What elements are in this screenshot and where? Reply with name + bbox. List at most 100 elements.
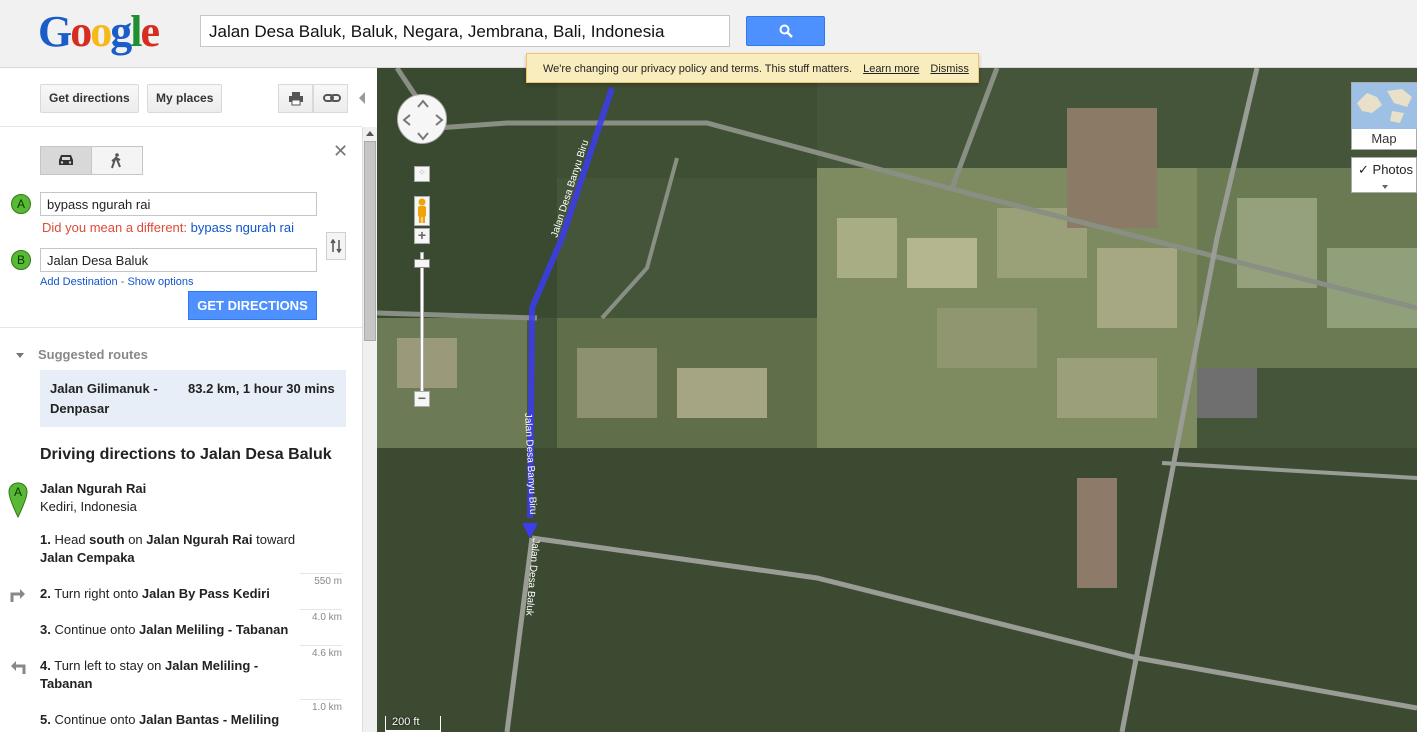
step-bold: Jalan Bantas - Meliling — [139, 712, 280, 727]
directions-title: Driving directions to Jalan Desa Baluk — [40, 446, 332, 463]
panel-toolbar: Get directions My places — [0, 68, 362, 127]
divider — [0, 327, 362, 328]
turn-right-icon — [10, 589, 25, 602]
search-icon — [779, 24, 793, 38]
step-text: Continue onto — [54, 712, 136, 727]
learn-more-link[interactable]: Learn more — [863, 63, 919, 75]
step-number: 1. — [40, 532, 51, 547]
panel-scrollbar[interactable] — [362, 127, 377, 732]
get-directions-tab[interactable]: Get directions — [40, 84, 139, 113]
pan-control[interactable] — [397, 94, 447, 144]
suggested-routes-header[interactable]: Suggested routes — [16, 347, 148, 362]
route-name: Jalan Gilimanuk - Denpasar — [50, 381, 158, 416]
step-text: toward — [256, 532, 296, 547]
logo-letter: g — [110, 7, 132, 56]
zoom-slider-thumb[interactable] — [414, 259, 430, 268]
zoom-slider-track[interactable] — [420, 252, 424, 392]
map-scale: 200 ft — [385, 716, 441, 732]
step-bold: Jalan Cempaka — [40, 550, 135, 565]
logo-letter: l — [130, 7, 142, 56]
start-pin-icon: A — [8, 482, 28, 518]
step-number: 5. — [40, 712, 51, 727]
privacy-message: We're changing our privacy policy and te… — [543, 63, 853, 75]
road-label: Jalan Desa Banyu Biru — [522, 413, 538, 515]
start-location-name: Jalan Ngurah Rai — [40, 481, 147, 496]
pan-arrows-icon — [402, 99, 444, 141]
search-button[interactable] — [746, 16, 825, 46]
street-view-pegman[interactable] — [414, 196, 430, 226]
logo-letter: e — [140, 7, 159, 56]
route-summary: 83.2 km, 1 hour 30 mins — [188, 381, 335, 396]
map-type-button[interactable]: Map — [1351, 82, 1417, 150]
zoom-in-button[interactable]: + — [414, 228, 430, 244]
print-icon — [289, 92, 303, 106]
walking-mode-button[interactable] — [92, 147, 142, 174]
my-places-tab[interactable]: My places — [147, 84, 223, 113]
add-destination-link[interactable]: Add Destination — [40, 276, 118, 288]
direction-step[interactable]: 4. Turn left to stay on Jalan Meliling -… — [40, 657, 310, 693]
show-options-link[interactable]: Show options — [127, 276, 193, 288]
logo-letter: G — [38, 7, 72, 56]
scroll-thumb[interactable] — [364, 141, 376, 341]
search-input[interactable]: Jalan Desa Baluk, Baluk, Negara, Jembran… — [200, 15, 730, 47]
direction-step[interactable]: 1. Head south on Jalan Ngurah Rai toward… — [40, 531, 310, 567]
scroll-up-arrow-icon[interactable] — [366, 131, 374, 136]
car-icon — [59, 155, 73, 165]
suggested-routes-label: Suggested routes — [38, 347, 148, 362]
road-label: Jalan Desa Baluk — [523, 538, 541, 617]
step-text: Turn right onto — [54, 586, 139, 601]
walk-icon — [111, 153, 121, 169]
road-labels: Jalan Desa Banyu Biru Jalan Desa Banyu B… — [522, 139, 591, 617]
step-bold: Jalan Meliling - Tabanan — [139, 622, 289, 637]
road-label: Jalan Desa Banyu Biru — [549, 139, 591, 239]
pegman-icon — [418, 198, 426, 223]
step-bold: Jalan By Pass Kediri — [141, 586, 270, 601]
direction-step[interactable]: 3. Continue onto Jalan Meliling - Tabana… — [40, 621, 310, 639]
link-separator: - — [120, 276, 125, 288]
waypoint-options: Add Destination - Show options — [40, 276, 194, 288]
collapse-panel-button[interactable] — [359, 92, 365, 104]
driving-mode-button[interactable] — [41, 147, 92, 174]
svg-text:A: A — [14, 485, 22, 499]
route-option[interactable]: Jalan Gilimanuk - Denpasar 83.2 km, 1 ho… — [40, 370, 346, 427]
dismiss-link[interactable]: Dismiss — [930, 63, 969, 75]
step-number: 3. — [40, 622, 51, 637]
map-thumbnail — [1352, 83, 1417, 129]
zoom-to-fit-button[interactable]: ⁘ — [414, 166, 430, 182]
close-directions-button[interactable]: ✕ — [333, 141, 348, 162]
turn-left-icon — [11, 661, 26, 674]
waypoint-a-marker: A — [11, 194, 31, 214]
swap-icon — [330, 239, 342, 253]
zoom-out-button[interactable]: − — [414, 391, 430, 407]
travel-mode-selector — [40, 146, 143, 175]
destination-input[interactable]: Jalan Desa Baluk — [40, 248, 317, 272]
step-text: on — [128, 532, 143, 547]
step-text: Turn left to stay on — [54, 658, 162, 673]
origin-input[interactable]: bypass ngurah rai — [40, 192, 317, 216]
swap-waypoints-button[interactable] — [326, 232, 346, 260]
step-number: 4. — [40, 658, 51, 673]
photos-label: Photos — [1372, 162, 1414, 177]
collapse-triangle-icon — [16, 353, 24, 359]
print-button[interactable] — [278, 84, 313, 113]
directions-panel: Get directions My places ✕ A bypass ngur… — [0, 68, 362, 732]
map-type-label: Map — [1371, 131, 1397, 146]
satellite-map[interactable]: Jalan Desa Banyu Biru Jalan Desa Banyu B… — [377, 68, 1417, 732]
photos-toggle[interactable]: ✓ Photos — [1351, 157, 1417, 193]
link-icon — [323, 94, 341, 102]
privacy-notice: We're changing our privacy policy and te… — [526, 53, 979, 83]
start-location-sub: Kediri, Indonesia — [40, 499, 137, 514]
step-number: 2. — [40, 586, 51, 601]
did-you-mean: Did you mean a different: bypass ngurah … — [42, 220, 294, 235]
get-directions-button[interactable]: GET DIRECTIONS — [188, 291, 317, 320]
photos-dropdown-icon — [1382, 185, 1388, 189]
step-bold: south — [89, 532, 125, 547]
google-logo[interactable]: Google — [38, 7, 160, 56]
did-you-mean-link[interactable]: bypass ngurah rai — [191, 220, 294, 235]
direction-step[interactable]: 2. Turn right onto Jalan By Pass Kediri — [40, 585, 310, 603]
link-button[interactable] — [313, 84, 348, 113]
direction-step[interactable]: 5. Continue onto Jalan Bantas - Meliling — [40, 711, 310, 729]
step-text: Head — [54, 532, 86, 547]
logo-letter: o — [70, 7, 92, 56]
logo-letter: o — [90, 7, 112, 56]
